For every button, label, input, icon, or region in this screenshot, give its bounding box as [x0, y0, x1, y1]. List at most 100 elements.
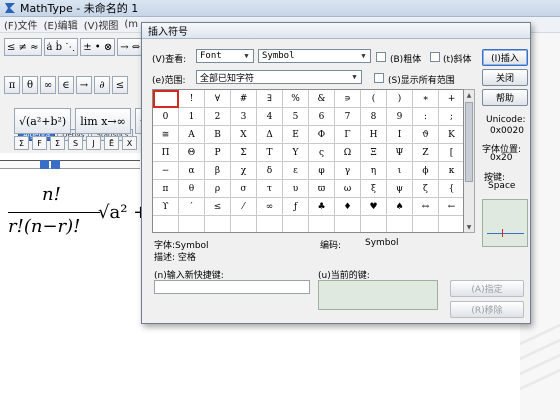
- symbol-cell[interactable]: ϖ: [309, 180, 335, 198]
- italic-checkbox[interactable]: [430, 52, 440, 62]
- symbol-cell[interactable]: 9: [387, 108, 413, 126]
- scroll-down-icon[interactable]: ▼: [464, 222, 474, 232]
- show-all-ranges-checkbox[interactable]: [374, 73, 384, 83]
- element-of-button[interactable]: ∈: [58, 76, 74, 94]
- symbol-cell[interactable]: ϕ: [413, 162, 439, 180]
- symbol-cell[interactable]: υ: [283, 180, 309, 198]
- symbol-cell[interactable]: ↔: [413, 198, 439, 216]
- symbol-cell[interactable]: Τ: [257, 144, 283, 162]
- symbol-cell[interactable]: ∃: [257, 90, 283, 108]
- symbol-cell[interactable]: ω: [335, 180, 361, 198]
- current-key-field[interactable]: [318, 280, 438, 310]
- symbol-cell[interactable]: Δ: [257, 126, 283, 144]
- symbol-cell[interactable]: 7: [335, 108, 361, 126]
- operators-palette-button[interactable]: ± • ⊗: [80, 38, 116, 56]
- symbol-cell[interactable]: Ζ: [413, 144, 439, 162]
- symbol-cell[interactable]: ξ: [361, 180, 387, 198]
- symbol-cell[interactable]: ι: [387, 162, 413, 180]
- small-template-5[interactable]: J: [86, 136, 101, 150]
- symbol-cell[interactable]: ϒ: [153, 198, 179, 216]
- symbol-cell[interactable]: Π: [153, 144, 179, 162]
- symbol-cell[interactable]: [361, 216, 387, 232]
- view-select[interactable]: Font ▼: [196, 49, 254, 63]
- symbol-cell[interactable]: Ι: [387, 126, 413, 144]
- symbol-cell[interactable]: Υ: [283, 144, 309, 162]
- symbol-cell[interactable]: 4: [257, 108, 283, 126]
- symbol-cell[interactable]: Σ: [231, 144, 257, 162]
- less-equal-button[interactable]: ≤: [112, 76, 128, 94]
- symbol-cell[interactable]: 2: [205, 108, 231, 126]
- symbol-cell[interactable]: τ: [257, 180, 283, 198]
- symbol-cell[interactable]: :: [413, 108, 439, 126]
- symbol-cell[interactable]: ′: [179, 198, 205, 216]
- symbol-cell[interactable]: α: [179, 162, 205, 180]
- small-template-2[interactable]: F: [32, 136, 47, 150]
- menu-file[interactable]: (F)文件: [4, 17, 38, 32]
- symbol-cell[interactable]: Α: [179, 126, 205, 144]
- scrollbar-thumb[interactable]: [465, 102, 473, 182]
- symbol-cell[interactable]: Ψ: [387, 144, 413, 162]
- symbol-cell[interactable]: −: [153, 162, 179, 180]
- assign-button[interactable]: (A)指定: [450, 280, 524, 297]
- symbol-cell[interactable]: [387, 216, 413, 232]
- symbol-cell[interactable]: π: [153, 180, 179, 198]
- symbol-cell[interactable]: Η: [361, 126, 387, 144]
- symbol-cell[interactable]: ♦: [335, 198, 361, 216]
- symbol-cell[interactable]: [413, 216, 439, 232]
- symbol-cell[interactable]: ƒ: [283, 198, 309, 216]
- relations-palette-button[interactable]: ≤ ≠ ≈: [4, 38, 42, 56]
- ruler[interactable]: [0, 160, 140, 169]
- symbol-cell[interactable]: [257, 216, 283, 232]
- symbol-cell[interactable]: Κ: [439, 126, 463, 144]
- embellishments-palette-button[interactable]: ȧ ḃ ⋱: [43, 38, 79, 56]
- symbol-cell[interactable]: 5: [283, 108, 309, 126]
- symbol-cell[interactable]: 8: [361, 108, 387, 126]
- symbol-cell[interactable]: ∍: [335, 90, 361, 108]
- symbol-cell[interactable]: Ξ: [361, 144, 387, 162]
- symbol-grid-scrollbar[interactable]: ▲ ▼: [464, 89, 475, 233]
- symbol-cell[interactable]: [283, 216, 309, 232]
- symbol-cell[interactable]: [309, 216, 335, 232]
- symbol-cell[interactable]: Ω: [335, 144, 361, 162]
- symbol-cell[interactable]: ρ: [205, 180, 231, 198]
- range-select[interactable]: 全部已知字符 ▼: [196, 70, 362, 84]
- new-shortcut-input[interactable]: [154, 280, 310, 294]
- menu-edit[interactable]: (E)编辑: [44, 17, 78, 32]
- symbol-cell[interactable]: 6: [309, 108, 335, 126]
- symbol-cell[interactable]: 1: [179, 108, 205, 126]
- symbol-cell[interactable]: ψ: [387, 180, 413, 198]
- insert-button[interactable]: (I)插入: [482, 49, 528, 66]
- pi-button[interactable]: π: [4, 76, 20, 94]
- symbol-cell[interactable]: Β: [205, 126, 231, 144]
- symbol-cell[interactable]: !: [179, 90, 205, 108]
- symbol-cell[interactable]: ♠: [387, 198, 413, 216]
- symbol-cell[interactable]: %: [283, 90, 309, 108]
- symbol-cell[interactable]: [335, 216, 361, 232]
- symbol-cell[interactable]: Φ: [309, 126, 335, 144]
- symbol-cell[interactable]: Χ: [231, 126, 257, 144]
- symbol-grid[interactable]: ! ∀ # ∃% & ∍() ∗ +0 1 2 3 4 5 6 7 8 9:; ≅ Α Β Χ Δ Ε Φ Γ Η Ιϑ Κ Π Θ Ρ Σ Τ…: [152, 89, 464, 233]
- partial-button[interactable]: ∂: [94, 76, 110, 94]
- symbol-cell-selected[interactable]: [153, 90, 179, 108]
- symbol-cell[interactable]: 0: [153, 108, 179, 126]
- symbol-cell[interactable]: ;: [439, 108, 463, 126]
- symbol-cell[interactable]: ∞: [257, 198, 283, 216]
- symbol-cell[interactable]: γ: [335, 162, 361, 180]
- symbol-cell[interactable]: θ: [179, 180, 205, 198]
- symbol-cell[interactable]: ⁄: [231, 198, 257, 216]
- symbol-cell[interactable]: Θ: [179, 144, 205, 162]
- symbol-cell[interactable]: 3: [231, 108, 257, 126]
- symbol-cell[interactable]: [439, 216, 463, 232]
- arrow-button[interactable]: →: [76, 76, 92, 94]
- sqrt-sum-template[interactable]: √(a²+b²): [14, 108, 72, 134]
- symbol-cell[interactable]: σ: [231, 180, 257, 198]
- symbol-cell[interactable]: #: [231, 90, 257, 108]
- symbol-cell[interactable]: η: [361, 162, 387, 180]
- symbol-cell[interactable]: ): [387, 90, 413, 108]
- symbol-cell[interactable]: ♣: [309, 198, 335, 216]
- equation-editor[interactable]: n! r!(n−r)! √a² +: [0, 170, 148, 420]
- symbol-cell[interactable]: +: [439, 90, 463, 108]
- symbol-cell[interactable]: ϑ: [413, 126, 439, 144]
- symbol-cell[interactable]: ←: [439, 198, 463, 216]
- symbol-cell[interactable]: ≅: [153, 126, 179, 144]
